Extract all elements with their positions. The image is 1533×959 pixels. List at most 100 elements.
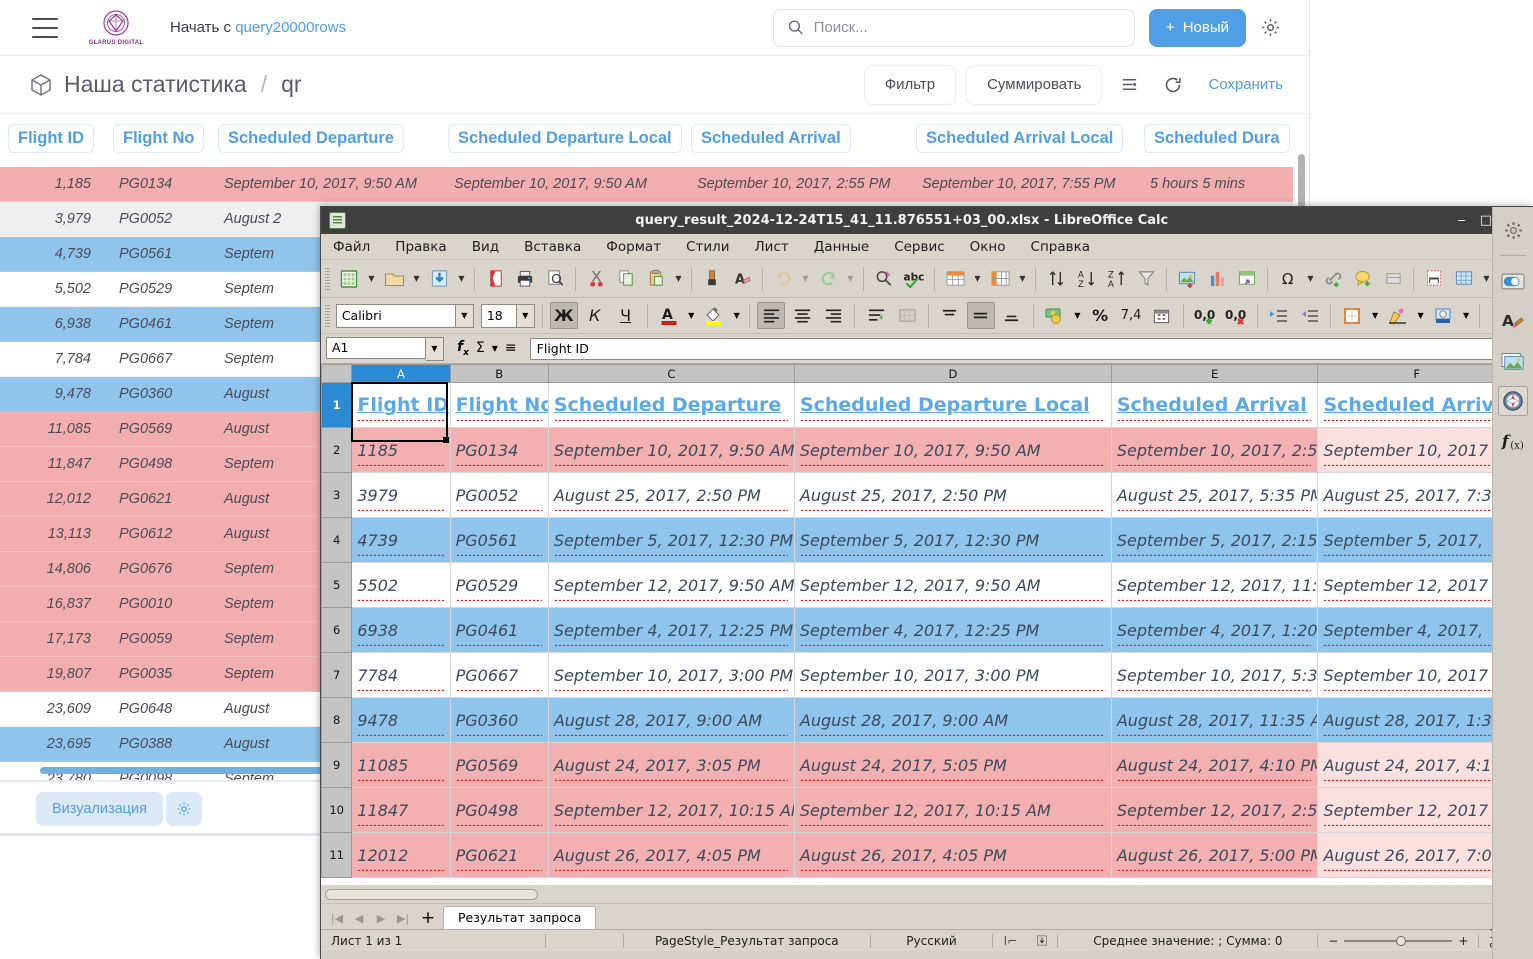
spreadsheet-cell[interactable]: September 10, 2017 — [1318, 428, 1516, 473]
zoom-out-icon[interactable]: − — [1328, 934, 1338, 948]
highlight-color-dropdown-icon[interactable]: ▼ — [731, 311, 743, 320]
find-replace-icon[interactable] — [870, 265, 898, 293]
align-top-button[interactable] — [936, 302, 964, 329]
spreadsheet-cell[interactable]: PG0561 — [450, 518, 548, 563]
save-icon[interactable] — [425, 265, 453, 293]
row-header[interactable]: 8 — [322, 698, 352, 743]
spreadsheet-cell[interactable]: 11085 — [352, 743, 450, 788]
search-box[interactable] — [773, 9, 1135, 47]
summarize-button[interactable]: Суммировать — [966, 65, 1102, 105]
zoom-slider[interactable]: − + — [1318, 933, 1478, 949]
menu-file[interactable]: Файл — [333, 239, 370, 255]
sidebar-functions-icon[interactable]: f(x) — [1498, 426, 1528, 456]
spreadsheet-cell[interactable]: September 10, 2017 — [1318, 653, 1516, 698]
column-insert-icon[interactable] — [986, 265, 1014, 293]
sidebar-styles-icon[interactable]: A — [1498, 306, 1528, 336]
highlight-color-icon[interactable] — [700, 302, 728, 329]
menu-data[interactable]: Данные — [814, 239, 869, 255]
spreadsheet-cell[interactable]: PG0667 — [450, 653, 548, 698]
spreadsheet-cell[interactable]: September 12, 2017, 2:55 — [1111, 788, 1318, 833]
sort-icon[interactable] — [1042, 265, 1070, 293]
spreadsheet-cell[interactable]: PG0360 — [450, 698, 548, 743]
spreadsheet-cell[interactable]: September 5, 2017, 2:15 — [1111, 518, 1318, 563]
column-header-f[interactable]: F — [1318, 365, 1516, 383]
select-all-corner[interactable] — [322, 365, 352, 383]
spreadsheet-cell[interactable]: Scheduled Arriv — [1318, 383, 1516, 428]
freeze-panes-icon[interactable] — [1379, 265, 1407, 293]
font-size-dropdown-icon[interactable]: ▼ — [517, 304, 535, 328]
font-name-input[interactable]: Calibri — [336, 304, 456, 328]
spreadsheet-cell[interactable]: September 4, 2017, 1:20 — [1111, 608, 1318, 653]
column-insert-dropdown-icon[interactable]: ▼ — [1016, 265, 1029, 293]
column-header[interactable]: Scheduled Arrival Local — [908, 114, 1136, 167]
new-document-dropdown-icon[interactable]: ▼ — [365, 265, 378, 293]
spreadsheet-cell[interactable]: August 26, 2017, 5:00 PM — [1111, 833, 1318, 878]
underline-button[interactable]: Ч — [612, 302, 640, 329]
align-middle-button[interactable] — [967, 302, 995, 329]
spreadsheet-cell[interactable]: September 12, 2017, 9:50 AM — [548, 563, 794, 608]
autofilter-icon[interactable] — [1132, 265, 1160, 293]
spreadsheet-cell[interactable]: September 10, 2017, 9:50 AM — [548, 428, 794, 473]
spreadsheet-cell[interactable]: PG0461 — [450, 608, 548, 653]
spreadsheet-cell[interactable]: September 12, 2017, 10:15 AM — [794, 788, 1111, 833]
spreadsheet-cell[interactable]: August 25, 2017, 2:50 PM — [548, 473, 794, 518]
align-center-button[interactable] — [788, 302, 816, 329]
function-wizard-icon[interactable]: fx — [457, 339, 469, 358]
visualization-button[interactable]: Визуализация — [36, 792, 163, 826]
breadcrumb-source-link[interactable]: query20000rows — [235, 19, 346, 36]
pivot-table-icon[interactable] — [1233, 265, 1261, 293]
spreadsheet-cell[interactable]: September 4, 2017, — [1318, 608, 1516, 653]
cut-icon[interactable] — [582, 265, 610, 293]
spreadsheet-cell[interactable]: August 26, 2017, 4:05 PM — [794, 833, 1111, 878]
undo-dropdown-icon[interactable]: ▼ — [799, 265, 812, 293]
toolbar-grip[interactable] — [325, 268, 330, 290]
copy-icon[interactable] — [612, 265, 640, 293]
row-header[interactable]: 9 — [322, 743, 352, 788]
calc-title-bar[interactable]: query_result_2024-12-24T15_41_11.876551+… — [321, 207, 1533, 234]
insert-image-icon[interactable] — [1173, 265, 1201, 293]
new-button[interactable]: + Новый — [1149, 9, 1246, 47]
spreadsheet-cell[interactable]: PG0569 — [450, 743, 548, 788]
horizontal-scroll-thumb[interactable] — [325, 889, 538, 900]
border-style-icon[interactable] — [1384, 302, 1412, 329]
spreadsheet-cell[interactable]: 7784 — [352, 653, 450, 698]
format-currency-dropdown-icon[interactable]: ▼ — [1072, 311, 1084, 320]
row-header[interactable]: 11 — [322, 833, 352, 878]
format-number-button[interactable]: 7,4 — [1117, 302, 1145, 329]
column-header[interactable]: Scheduled Dura — [1136, 114, 1293, 167]
sort-descending-icon[interactable]: ZA — [1102, 265, 1130, 293]
redo-dropdown-icon[interactable]: ▼ — [844, 265, 857, 293]
column-header-e[interactable]: E — [1111, 365, 1318, 383]
spreadsheet-cell[interactable]: PG0529 — [450, 563, 548, 608]
toggle-grid-icon[interactable] — [1450, 265, 1478, 293]
spreadsheet-cell[interactable]: September 10, 2017, 3:00 PM — [794, 653, 1111, 698]
visualization-settings-icon[interactable] — [166, 792, 202, 826]
formula-icon[interactable]: ≡ — [505, 340, 517, 356]
undo-icon[interactable] — [769, 265, 797, 293]
spreadsheet-cell[interactable]: September 12, 2017, 11:3 — [1111, 563, 1318, 608]
background-color-dropdown-icon[interactable]: ▼ — [1460, 311, 1472, 320]
clone-formatting-icon[interactable] — [698, 265, 726, 293]
decrease-indent-icon[interactable] — [1296, 302, 1324, 329]
refresh-icon[interactable] — [1156, 68, 1190, 102]
name-box[interactable]: A1 — [326, 337, 426, 359]
sidebar-properties-icon[interactable] — [1498, 266, 1528, 296]
format-percent-button[interactable]: % — [1086, 302, 1114, 329]
spreadsheet-cell[interactable]: September 12, 2017, 9:50 AM — [794, 563, 1111, 608]
spelling-icon[interactable]: abc — [900, 265, 928, 293]
bold-button[interactable]: Ж — [550, 302, 578, 329]
menu-help[interactable]: Справка — [1031, 239, 1090, 255]
menu-format[interactable]: Формат — [606, 239, 661, 255]
page-subtitle-text[interactable]: qr — [281, 71, 301, 98]
zoom-knob[interactable] — [1396, 936, 1406, 946]
zoom-in-icon[interactable]: + — [1458, 934, 1468, 948]
border-style-dropdown-icon[interactable]: ▼ — [1415, 311, 1427, 320]
status-selection-mode-icon[interactable] — [1027, 933, 1057, 949]
spreadsheet-cell[interactable]: 9478 — [352, 698, 450, 743]
spreadsheet-cell[interactable]: August 26, 2017, 7:0 — [1318, 833, 1516, 878]
spreadsheet-cell[interactable]: September 10, 2017, 3:00 PM — [548, 653, 794, 698]
spreadsheet-cell[interactable]: 5502 — [352, 563, 450, 608]
spreadsheet-cell[interactable]: September 5, 2017, — [1318, 518, 1516, 563]
menu-window[interactable]: Окно — [970, 239, 1006, 255]
spreadsheet-grid[interactable]: A B C D E F 1Flight IDFlight NoScheduled… — [321, 364, 1533, 885]
